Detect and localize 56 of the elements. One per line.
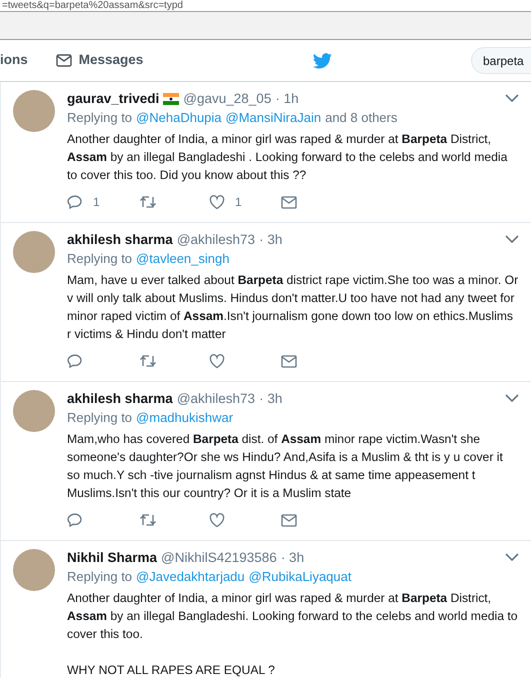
like-count: 1 [235, 194, 242, 211]
mention-link[interactable]: @tavleen_singh [136, 249, 230, 269]
tweet-text: Another daughter of India, a minor girl was raped & murder at Barpeta District, Assam by an illegal Bangladeshi . Looking forward to the celebs and world media to cover this too. Did you know about this ?? [67, 131, 508, 184]
tweet-text: WHY NOT ALL RAPES ARE EQUAL ? [67, 662, 276, 678]
reply-count: 1 [93, 194, 100, 211]
user-handle[interactable]: @gavu_28_05 [183, 90, 272, 108]
user-handle[interactable]: @NikhilS42193586 [161, 549, 277, 567]
avatar-image[interactable] [13, 549, 55, 591]
chevron-down-icon[interactable] [505, 394, 519, 403]
reply-icon[interactable] [67, 194, 83, 210]
reply-icon[interactable] [67, 353, 83, 369]
search-field[interactable]: barpeta [471, 47, 531, 74]
retweet-icon[interactable] [139, 195, 157, 209]
chevron-down-icon[interactable] [505, 553, 519, 562]
messages-tab[interactable]: Messages [56, 50, 144, 71]
tweet-time[interactable]: · 3h [259, 390, 282, 408]
retweet-icon[interactable] [139, 513, 157, 527]
replying-label: Replying to [67, 250, 132, 268]
tweet-time[interactable]: · 3h [259, 231, 282, 249]
envelope-icon[interactable] [281, 514, 297, 526]
tweet-text: Mam, have u ever talked about Barpeta district rape victim.She too was a minor. Or v will only talk about Muslims. Hindus don't matter.U too have not had any tweet for minor raped victim of Assam.Isn't journalism gone down too low on ethics.Muslims r victims & Hindu don't matter [67, 272, 519, 343]
tweet-time[interactable]: · 3h [280, 549, 304, 567]
mention-link[interactable]: @madhukishwar [136, 408, 234, 428]
replying-label: Replying to [67, 568, 132, 586]
user-handle[interactable]: @akhilesh73 [176, 231, 256, 249]
tweet-text: Mam,who has covered Barpeta dist. of Assam minor rape victim.Wasn't she someone's daughter?Or she ws Hindu? And,Asifa is a Muslim & tht is y u cover it so much.Y sch -tive journalism agnst Hindus & at same time appeasement t Muslims.Isn't this our country? Or it is a Muslim state [67, 431, 504, 502]
user-name[interactable]: Nikhil Sharma [67, 549, 158, 567]
tweet-text: Another daughter of India, a minor girl was raped & murder at Barpeta District, Assam by an illegal Bangladeshi. Looking forward to the celebs and world media to cover this too. [67, 590, 519, 643]
mention-link[interactable]: @NehaDhupia [136, 108, 222, 128]
envelope-icon[interactable] [281, 196, 297, 208]
mention-link[interactable]: @Javedakhtarjadu [136, 567, 245, 587]
tweet-time[interactable]: · 1h [275, 90, 299, 108]
envelope-icon [56, 54, 72, 67]
user-name[interactable]: akhilesh sharma [67, 390, 173, 408]
avatar-image[interactable] [13, 231, 55, 273]
envelope-icon[interactable] [281, 354, 297, 368]
mention-link[interactable]: @RubikaLiyaquat [248, 567, 352, 587]
replying-label: Replying to [67, 409, 132, 427]
avatar-image[interactable] [13, 90, 55, 132]
user-name[interactable]: akhilesh sharma [67, 231, 173, 249]
user-name[interactable]: gaurav_trivedi [67, 90, 160, 108]
heart-icon[interactable] [209, 354, 225, 368]
chevron-down-icon[interactable] [505, 94, 519, 103]
avatar-image[interactable] [13, 390, 55, 432]
url-text[interactable]: =tweets&q=barpeta%20assam&src=typd [0, 0, 183, 11]
chevron-down-icon[interactable] [505, 235, 519, 244]
user-handle[interactable]: @akhilesh73 [176, 390, 256, 408]
mention-link[interactable]: @MansiNiraJain [226, 108, 322, 128]
others-label: and 8 others [325, 109, 398, 127]
bird-logo-icon[interactable] [313, 52, 332, 68]
nav-tab[interactable]: ions [0, 50, 28, 71]
reply-icon[interactable] [67, 512, 83, 528]
retweet-icon[interactable] [139, 354, 157, 368]
replying-label: Replying to [67, 109, 132, 127]
heart-icon[interactable] [209, 512, 225, 528]
heart-icon[interactable] [209, 194, 225, 210]
